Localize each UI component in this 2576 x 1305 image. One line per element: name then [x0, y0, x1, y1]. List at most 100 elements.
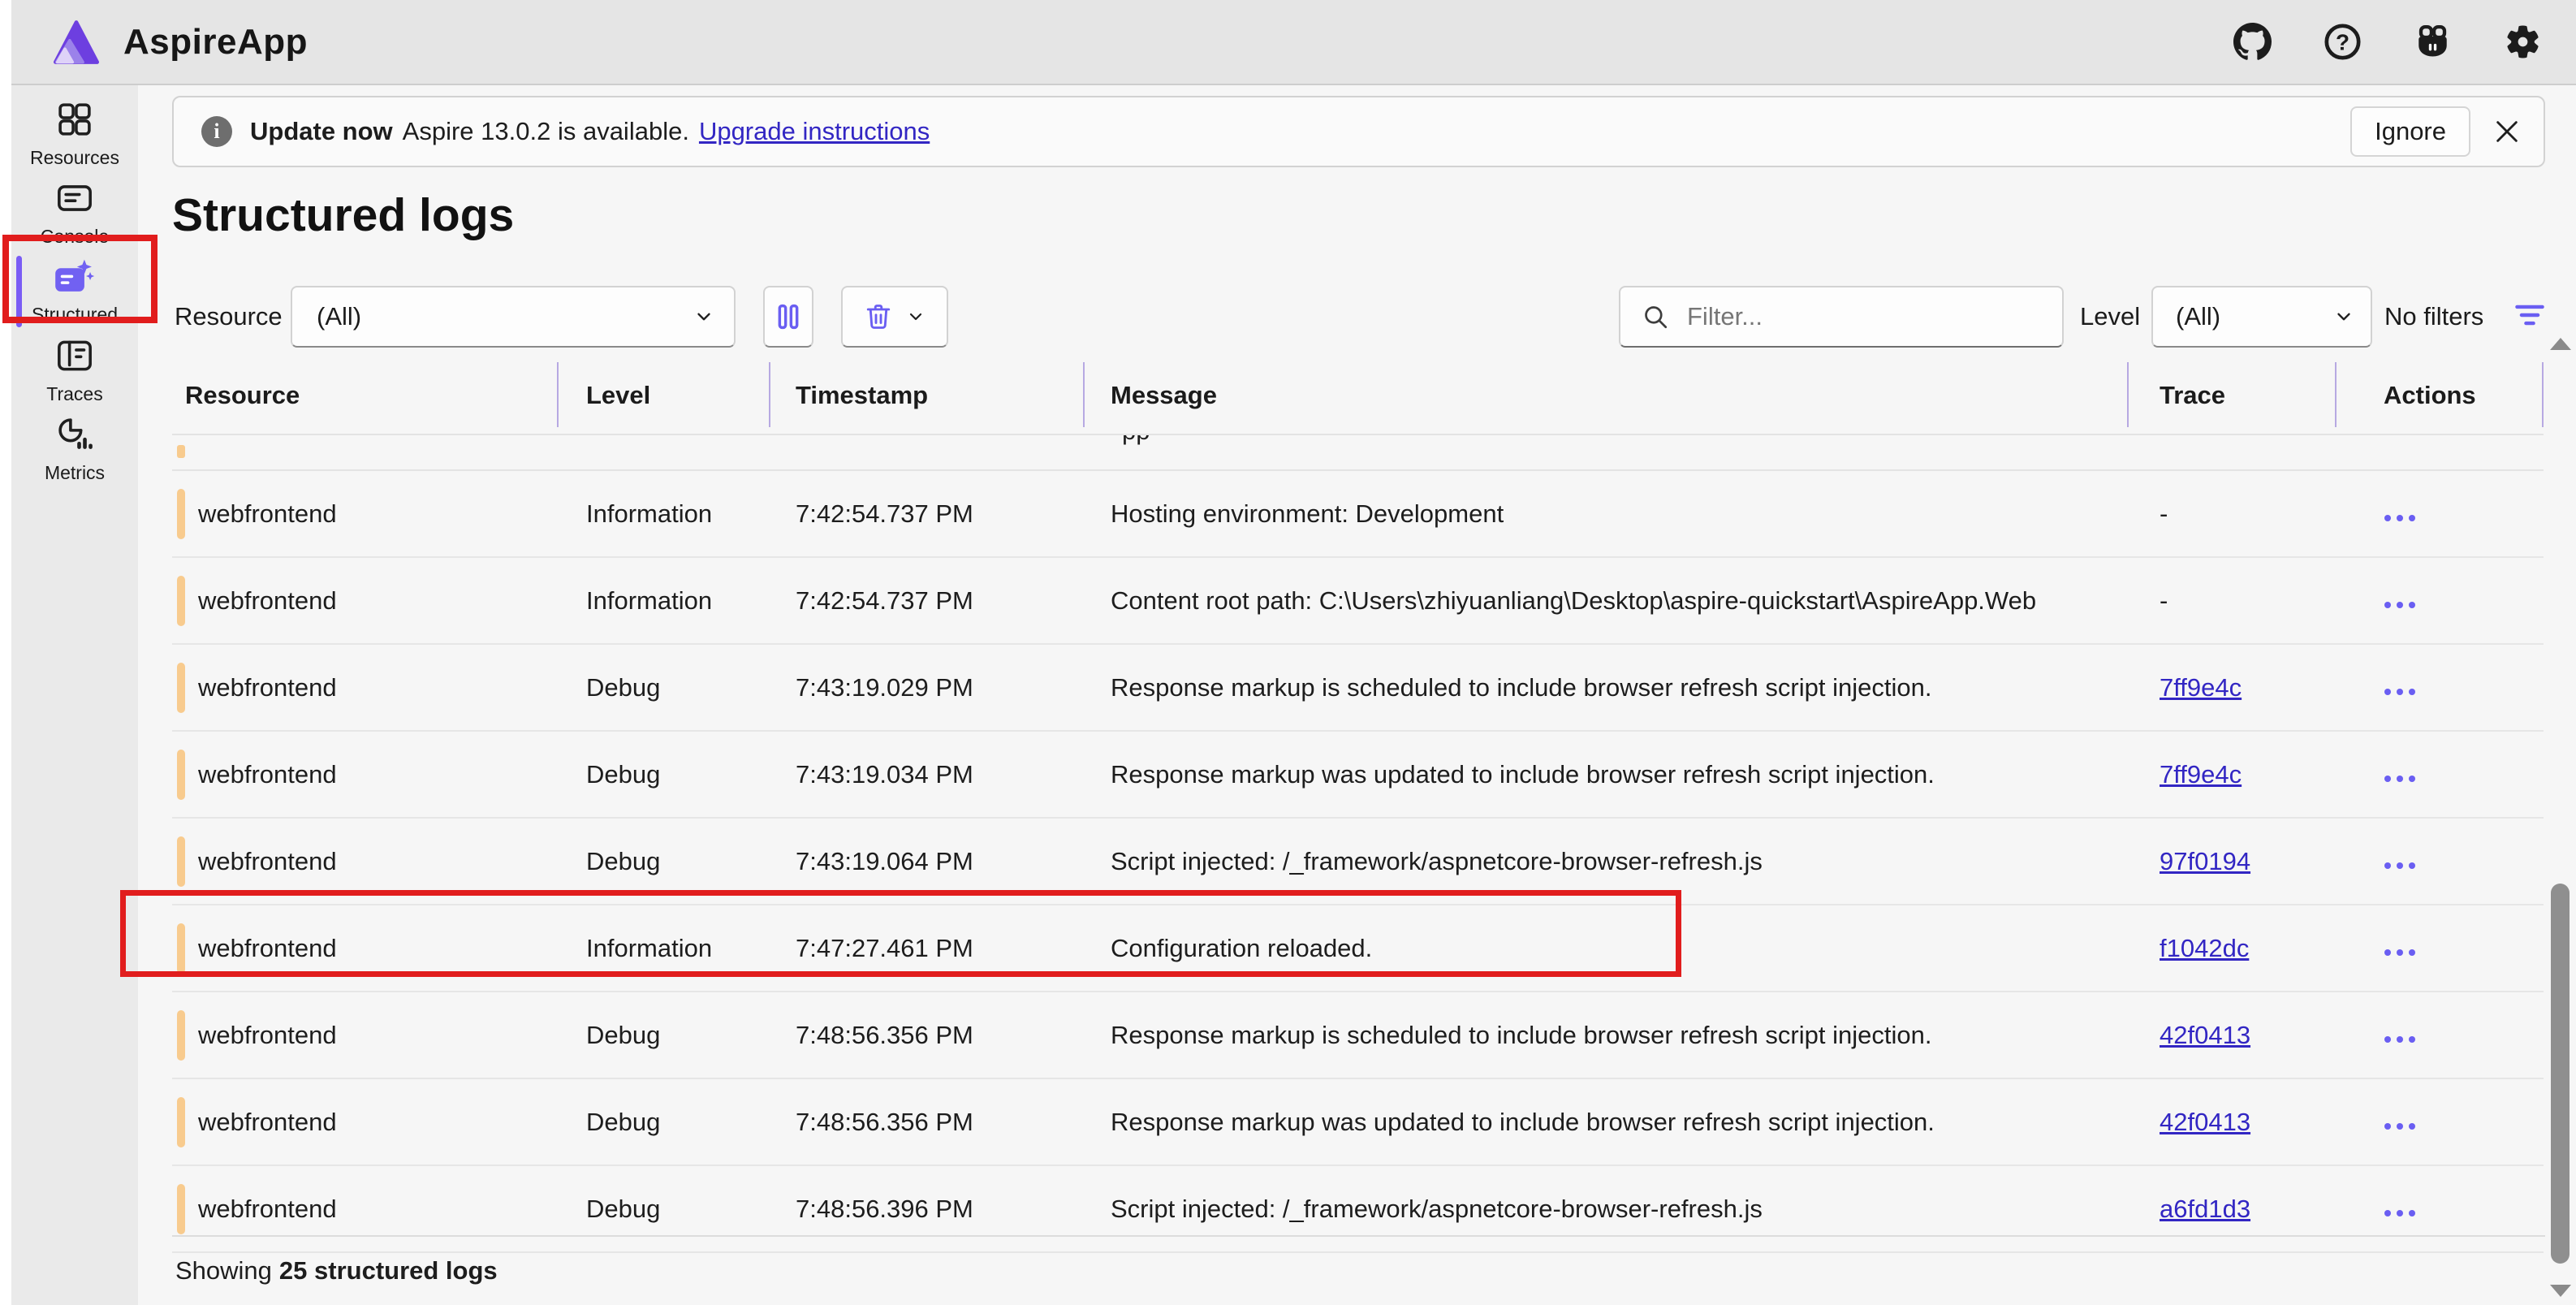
table-row[interactable]: webfrontendInformation7:47:27.461 PMConf…	[172, 905, 2544, 992]
more-actions-button[interactable]	[2384, 775, 2416, 783]
sidebar-item-structured[interactable]: Structured	[11, 253, 138, 331]
trace-cell: 42f0413	[2127, 1021, 2335, 1050]
aspire-logo-icon	[54, 19, 99, 65]
column-divider	[2127, 362, 2129, 427]
filter-icon[interactable]	[2512, 297, 2548, 337]
chevron-down-icon	[2333, 306, 2354, 327]
timestamp-cell: 7:48:56.356 PM	[769, 1021, 1083, 1050]
more-actions-button[interactable]	[2384, 949, 2416, 957]
resource-name: webfrontend	[198, 1021, 337, 1050]
trace-link[interactable]: 42f0413	[2160, 1108, 2250, 1136]
help-icon[interactable]: ?	[2324, 23, 2362, 61]
filter-search-box[interactable]	[1619, 286, 2064, 348]
table-row[interactable]: webfrontendDebug7:48:56.356 PMResponse m…	[172, 992, 2544, 1079]
trace-cell: 7ff9e4c	[2127, 673, 2335, 702]
column-header-timestamp[interactable]: Timestamp	[769, 381, 1083, 410]
resource-name: webfrontend	[198, 847, 337, 876]
table-header: Resource Level Timestamp Message Trace A…	[172, 357, 2544, 435]
pause-button[interactable]	[763, 286, 813, 348]
copilot-icon[interactable]	[2414, 23, 2452, 61]
table-row[interactable]: webfrontendDebug7:43:19.064 PMScript inj…	[172, 819, 2544, 905]
resource-filter-label: Resource	[175, 302, 283, 331]
trace-link[interactable]: 97f0194	[2160, 847, 2250, 875]
more-actions-button[interactable]	[2384, 601, 2416, 609]
filter-input[interactable]	[1685, 301, 2046, 332]
settings-icon[interactable]	[2504, 23, 2542, 61]
github-icon[interactable]	[2233, 23, 2272, 61]
sidebar-item-metrics[interactable]: Metrics	[11, 410, 138, 489]
close-icon[interactable]	[2493, 118, 2521, 145]
message-cell: Response markup is scheduled to include …	[1083, 673, 2127, 702]
column-divider	[557, 362, 559, 427]
scroll-up-arrow-icon[interactable]	[2550, 338, 2571, 350]
sidebar-item-traces[interactable]: Traces	[11, 331, 138, 410]
sidebar-item-resources[interactable]: Resources	[11, 95, 138, 174]
more-actions-button[interactable]	[2384, 1035, 2416, 1044]
resource-cell: webfrontend	[172, 1184, 557, 1234]
column-header-actions[interactable]: Actions	[2335, 381, 2544, 410]
column-header-resource[interactable]: Resource	[172, 381, 557, 410]
more-actions-button[interactable]	[2384, 1209, 2416, 1217]
level-cell: Debug	[557, 673, 769, 702]
sidebar-item-label: Traces	[46, 383, 102, 405]
info-icon: i	[201, 116, 232, 147]
ignore-button[interactable]: Ignore	[2350, 106, 2470, 157]
more-actions-button[interactable]	[2384, 688, 2416, 696]
resource-cell: webfrontend	[172, 923, 557, 974]
table-row[interactable]: webfrontendDebug7:48:56.356 PMResponse m…	[172, 1079, 2544, 1166]
resource-select[interactable]: (All)	[291, 286, 736, 348]
resource-cell: webfrontend	[172, 1010, 557, 1061]
trace-cell: 42f0413	[2127, 1108, 2335, 1137]
timestamp-cell: 7:47:27.461 PM	[769, 934, 1083, 963]
level-cell: Debug	[557, 760, 769, 789]
grid-icon	[56, 101, 93, 142]
column-header-trace[interactable]: Trace	[2127, 381, 2335, 410]
more-actions-button[interactable]	[2384, 514, 2416, 522]
trace-link[interactable]: a6fd1d3	[2160, 1195, 2250, 1223]
column-header-message[interactable]: Message	[1083, 381, 2127, 410]
column-header-level[interactable]: Level	[557, 381, 769, 410]
level-select[interactable]: (All)	[2151, 286, 2372, 348]
more-actions-button[interactable]	[2384, 1122, 2416, 1130]
actions-cell	[2335, 760, 2544, 789]
actions-cell	[2335, 847, 2544, 876]
table-row[interactable]: webfrontendInformation7:42:54.737 PMCont…	[172, 558, 2544, 645]
upgrade-instructions-link[interactable]: Upgrade instructions	[699, 117, 930, 146]
more-actions-button[interactable]	[2384, 862, 2416, 870]
trace-cell: f1042dc	[2127, 934, 2335, 963]
message-cell: Script injected: /_framework/aspnetcore-…	[1083, 1195, 2127, 1224]
level-cell: Information	[557, 499, 769, 529]
partially-scrolled-row[interactable]: pp	[172, 435, 2544, 471]
trace-cell: 97f0194	[2127, 847, 2335, 876]
log-level-indicator	[177, 445, 185, 458]
resource-name: webfrontend	[198, 760, 337, 789]
scrollbar[interactable]	[2545, 325, 2576, 1305]
resource-cell: webfrontend	[172, 489, 557, 539]
trace-link[interactable]: 7ff9e4c	[2160, 673, 2242, 702]
footer-prefix: Showing	[175, 1256, 272, 1285]
structured-logs-icon	[54, 259, 95, 299]
sidebar-item-console[interactable]: Console	[11, 174, 138, 253]
table-row[interactable]: webfrontendDebug7:43:19.034 PMResponse m…	[172, 732, 2544, 819]
trace-link[interactable]: f1042dc	[2160, 934, 2249, 962]
scroll-down-arrow-icon[interactable]	[2550, 1285, 2571, 1297]
timestamp-cell: 7:43:19.064 PM	[769, 847, 1083, 876]
table-body: webfrontendInformation7:42:54.737 PMHost…	[172, 471, 2544, 1253]
trace-cell: 7ff9e4c	[2127, 760, 2335, 789]
table-row[interactable]: webfrontendInformation7:42:54.737 PMHost…	[172, 471, 2544, 558]
column-divider	[2335, 362, 2337, 427]
scrollbar-thumb[interactable]	[2551, 884, 2570, 1264]
message-cell: Script injected: /_framework/aspnetcore-…	[1083, 847, 2127, 876]
page-title: Structured logs	[172, 188, 514, 242]
table-row[interactable]: webfrontendDebug7:43:19.029 PMResponse m…	[172, 645, 2544, 732]
log-level-indicator	[177, 923, 185, 974]
update-banner: i Update now Aspire 13.0.2 is available.…	[172, 96, 2545, 167]
resource-cell: webfrontend	[172, 750, 557, 800]
sidebar: Resources Console Structured T	[11, 85, 138, 1305]
level-select-value: (All)	[2176, 302, 2333, 331]
clear-logs-button[interactable]	[841, 286, 948, 348]
trace-link[interactable]: 7ff9e4c	[2160, 760, 2242, 789]
trash-icon	[864, 302, 893, 331]
pause-icon	[775, 302, 801, 331]
trace-link[interactable]: 42f0413	[2160, 1021, 2250, 1049]
